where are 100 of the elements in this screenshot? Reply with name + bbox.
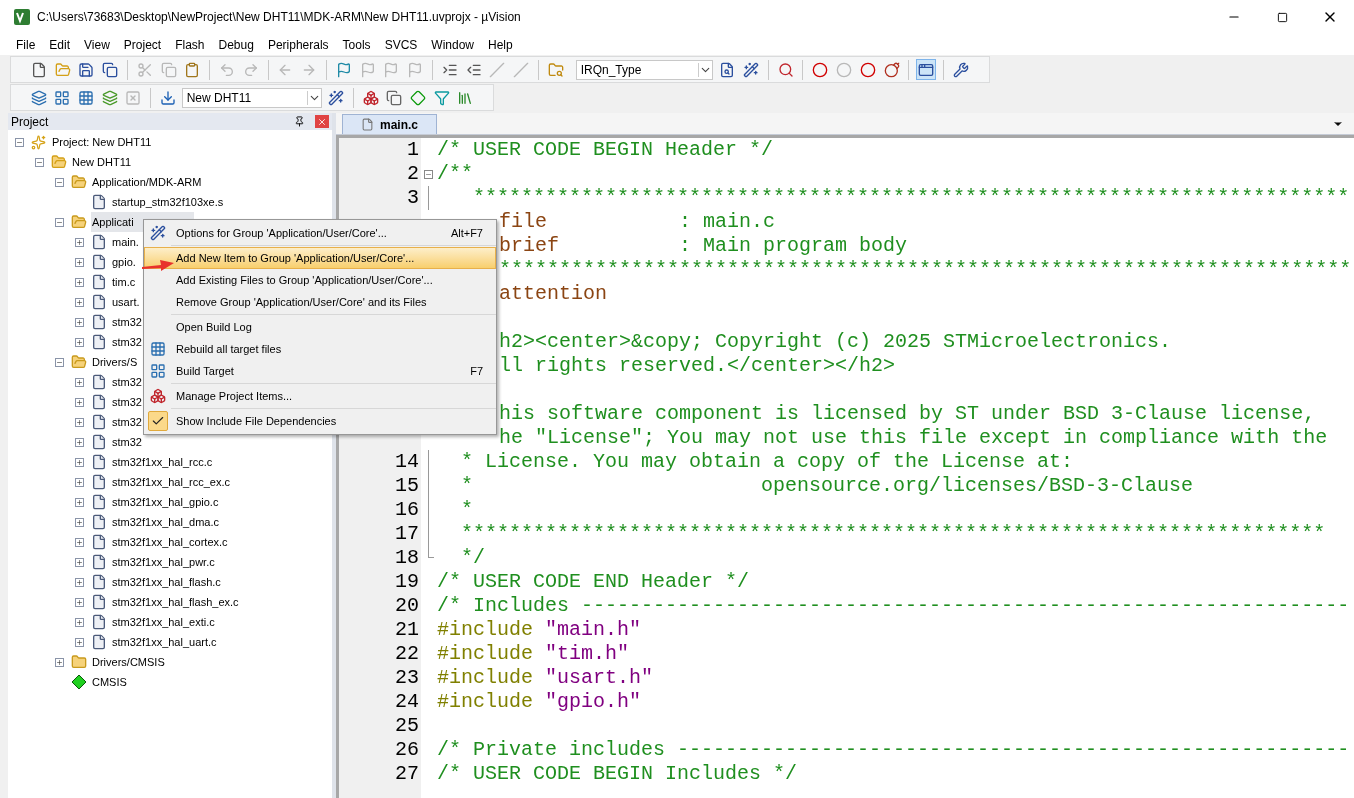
expand-icon[interactable] [74,257,84,267]
expand-icon[interactable] [74,637,84,647]
file-icon [91,254,107,270]
menu-item[interactable]: View [78,35,116,54]
tree-item[interactable]: stm32f1xx_hal_exti.c [111,612,216,632]
tree-item[interactable]: stm32 [111,372,143,392]
tree-item[interactable]: New DHT11 [71,152,133,172]
code-line: #include "main.h" [437,618,642,641]
tree-item[interactable]: stm32f1xx_hal_cortex.c [111,532,229,552]
file-icon [91,514,107,530]
tree-item[interactable]: stm32f1xx_hal_dma.c [111,512,220,532]
code-line: * License. You may obtain a copy of the License at: [460,450,1074,473]
menu-item[interactable]: Show Include File Dependencies [144,410,496,432]
file-icon [91,434,107,450]
menu-item[interactable]: Project [117,35,168,54]
collapse-icon[interactable] [54,357,64,367]
menu-item[interactable]: Rebuild all target files [144,338,496,360]
copy-icon [386,89,403,106]
tree-item[interactable]: usart. [111,292,141,312]
menu-item[interactable]: Add New Item to Group 'Application/User/Core'... [144,247,496,269]
tree-item[interactable]: stm32 [111,412,143,432]
menu-item[interactable]: Peripherals [261,35,335,54]
tree-item[interactable]: stm32f1xx_hal_flash.c [111,572,222,592]
pin-icon[interactable] [294,116,305,127]
expand-icon[interactable] [74,577,84,587]
code-line: * [460,498,473,521]
line-number: 20 [395,594,419,617]
menu-item[interactable]: Open Build Log [144,316,496,338]
collapse-icon[interactable] [14,137,24,147]
expand-icon[interactable] [74,237,84,247]
tree-item[interactable]: Application/MDK-ARM [91,172,203,192]
toolbar-button[interactable] [916,59,937,80]
tree-item[interactable]: startup_stm32f103xe.s [111,192,225,212]
tree-item[interactable]: CMSIS [91,672,128,692]
expand-icon[interactable] [74,517,84,527]
expand-icon[interactable] [74,477,84,487]
wand-icon [150,225,166,241]
menu-item[interactable]: Help [482,35,519,54]
combo-box[interactable]: New DHT11 [181,87,323,108]
expand-icon[interactable] [74,377,84,387]
expand-icon[interactable] [74,457,84,467]
grid-icon [150,341,166,357]
collapse-icon[interactable] [34,157,44,167]
tree-item[interactable]: gpio. [111,252,137,272]
file-icon [91,314,107,330]
expand-icon[interactable] [74,557,84,567]
menu-item[interactable]: Remove Group 'Application/User/Core' and its Files [144,291,496,313]
menu-item[interactable]: SVCS [378,35,424,54]
expand-icon[interactable] [74,597,84,607]
expand-icon[interactable] [74,337,84,347]
code-line: #include "tim.h" [437,642,630,665]
folder-icon [71,174,87,190]
expand-icon[interactable] [74,617,84,627]
combo-box[interactable]: IRQn_Type [575,59,714,80]
editor-tab[interactable]: main.c [342,114,437,134]
collapse-icon[interactable] [54,217,64,227]
expand-icon[interactable] [74,417,84,427]
tree-item[interactable]: main. [111,232,140,252]
menu-item[interactable]: Manage Project Items... [144,385,496,407]
tree-item[interactable]: stm32 [111,432,143,452]
expand-icon[interactable] [74,437,84,447]
tree-item[interactable]: Drivers/CMSIS [91,652,166,672]
menu-item[interactable]: Flash [169,35,211,54]
expand-icon[interactable] [74,317,84,327]
tree-item[interactable]: stm32 [111,332,143,352]
menu-item[interactable]: Add Existing Files to Group 'Application/User/Core'... [144,269,496,291]
maximize-icon [1276,11,1288,23]
tree-item[interactable]: stm32f1xx_hal_rcc_ex.c [111,472,231,492]
menu-item[interactable]: Debug [212,35,260,54]
tree-item[interactable]: stm32f1xx_hal_gpio.c [111,492,220,512]
expand-icon[interactable] [74,277,84,287]
expand-icon[interactable] [54,657,64,667]
tree-item[interactable]: tim.c [111,272,137,292]
fold-icon[interactable] [423,169,433,179]
menu-item[interactable]: Build Target F7 [144,360,496,382]
collapse-icon[interactable] [54,177,64,187]
tree-item[interactable]: stm32f1xx_hal_flash_ex.c [111,592,240,612]
tree-item[interactable]: stm32 [111,392,143,412]
expand-icon[interactable] [74,397,84,407]
menu-item[interactable]: File [10,35,42,54]
tree-item[interactable]: stm32 [111,312,143,332]
tree-item[interactable]: stm32f1xx_hal_rcc.c [111,452,214,472]
tree-item[interactable]: stm32f1xx_hal_pwr.c [111,552,216,572]
menu-item[interactable]: Tools [336,35,377,54]
annotation-arrow [141,258,175,272]
file-icon [91,394,107,410]
tree-item[interactable]: Drivers/S [91,352,139,372]
code-line: /* USER CODE BEGIN Header */ [437,138,774,161]
expand-icon[interactable] [74,537,84,547]
menu-item[interactable]: Edit [43,35,77,54]
wrench-icon [953,61,970,78]
close-button[interactable] [315,115,329,128]
library-icon [457,89,474,106]
diamond-icon [71,674,87,690]
clipboard-icon [184,61,201,78]
expand-icon[interactable] [74,297,84,307]
menu-item[interactable]: Window [425,35,480,54]
expand-icon[interactable] [74,497,84,507]
tree-item[interactable]: Project: New DHT11 [51,132,153,152]
tree-item[interactable]: stm32f1xx_hal_uart.c [111,632,218,652]
